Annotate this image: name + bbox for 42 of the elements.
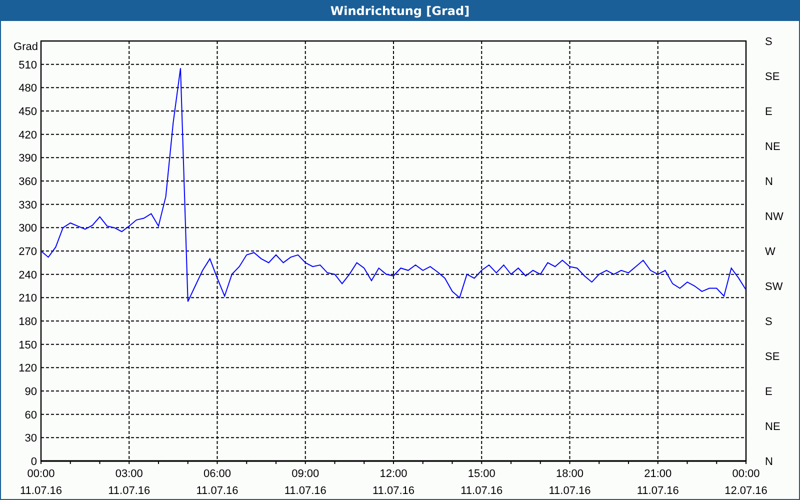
direction-tick-label: SW (765, 281, 783, 293)
x-tick-label: 12:00 11.07.16 (372, 468, 414, 497)
y-tick-label: 150 (18, 339, 37, 352)
direction-tick-label: W (765, 246, 776, 258)
y-tick-label: 60 (24, 409, 37, 422)
direction-tick-label: E (765, 106, 772, 118)
y-tick-label: 0 (30, 456, 37, 468)
direction-tick-label: NE (765, 141, 780, 153)
y-tick-label: 270 (18, 246, 37, 258)
direction-tick-label: S (765, 36, 772, 48)
x-tick-label: 18:00 11.07.16 (548, 468, 591, 497)
direction-tick-label: N (765, 456, 773, 468)
direction-tick-label: N (765, 176, 773, 188)
y-tick-label: 90 (24, 386, 37, 398)
x-tick-label: 00:00 12.07.16 (724, 468, 768, 497)
direction-tick-label: S (765, 316, 772, 328)
y-tick-label: 510 (18, 59, 37, 72)
x-tick-label: 00:00 11.07.16 (20, 468, 62, 497)
y-tick-label: 210 (18, 292, 37, 305)
y-tick-label: 330 (18, 199, 37, 212)
x-tick-label: 03:00 11.07.16 (108, 468, 150, 497)
y-tick-label: 300 (18, 222, 37, 235)
direction-tick-label: E (765, 386, 772, 398)
y-tick-label: 30 (24, 432, 37, 445)
direction-tick-label: NE (765, 421, 780, 433)
y-tick-label: 480 (18, 82, 37, 95)
y-tick-label: 240 (18, 269, 37, 282)
window-title: Windrichtung [Grad] (1, 1, 799, 21)
x-tick-label: 06:00 11.07.16 (196, 468, 238, 497)
y-tick-label: 420 (18, 129, 37, 142)
x-tick-label: 09:00 11.07.16 (284, 468, 326, 497)
y-tick-label: 180 (18, 316, 37, 328)
y-tick-label: 120 (18, 362, 37, 375)
y-tick-label: 360 (18, 176, 37, 188)
direction-tick-label: SE (765, 71, 780, 83)
direction-tick-label: SE (765, 351, 780, 363)
y-tick-label: 390 (18, 152, 37, 165)
x-tick-label: 15:00 11.07.16 (460, 468, 503, 497)
y-tick-label: 450 (18, 106, 37, 118)
y-axis-title: Grad (14, 41, 38, 53)
x-tick-label: 21:00 11.07.16 (636, 468, 679, 497)
direction-tick-label: NW (765, 211, 784, 223)
